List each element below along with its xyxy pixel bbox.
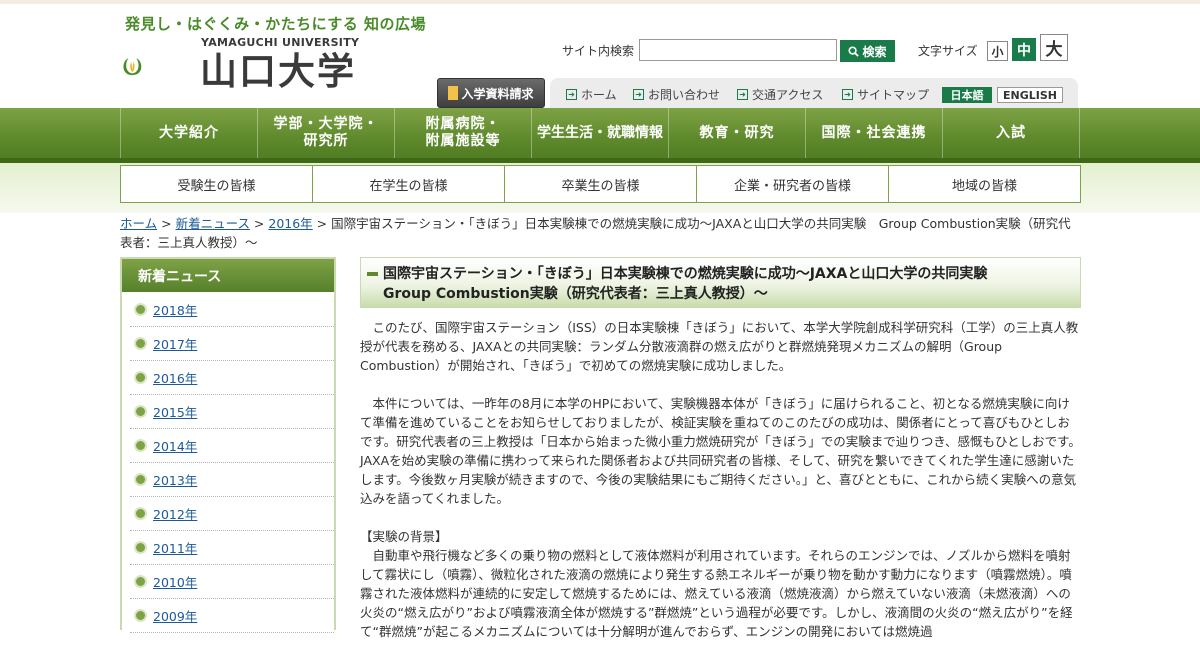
search-label: サイト内検索: [562, 44, 635, 58]
news-sidebar: 新着ニュース 2018年 2017年 2016年 2015年 2014年 201…: [120, 257, 336, 633]
font-size-label: 文字サイズ: [918, 44, 978, 58]
list-item: 2011年: [130, 531, 334, 565]
arrow-right-icon: ➜: [842, 89, 853, 100]
font-size-medium-button[interactable]: 中: [1012, 38, 1036, 61]
site-search-input[interactable]: [639, 39, 837, 61]
list-item: 2015年: [130, 395, 334, 429]
font-size-large-button[interactable]: 大: [1040, 34, 1068, 61]
article-title-line-1: 国際宇宙ステーション・「きぼう」日本実験棟での燃焼実験に成功～JAXAと山口大学…: [383, 266, 988, 282]
site-header: 発見し・はぐくみ・かたちにする 知の広場 YAMAGUCHI UNIVERSIT…: [0, 4, 1200, 110]
document-icon: [448, 86, 459, 100]
gnav-admissions[interactable]: 入試: [942, 108, 1080, 158]
util-link-contact[interactable]: ➜ お問い合わせ: [633, 86, 720, 103]
request-button-label: 入学資料請求: [461, 86, 534, 101]
audience-companies-researchers[interactable]: 企業・研究者の皆様: [697, 166, 889, 202]
audience-applicants[interactable]: 受験生の皆様: [121, 166, 313, 202]
gnav-education-research[interactable]: 教育・研究: [668, 108, 805, 158]
article-section-heading: 【実験の背景】: [360, 529, 448, 544]
util-link-label: お問い合わせ: [648, 88, 721, 102]
sidebar-year-link[interactable]: 2018年: [153, 300, 197, 319]
bullet-icon: [134, 303, 147, 316]
list-item: 2009年: [130, 599, 334, 633]
util-link-label: ホーム: [581, 88, 617, 102]
article-paragraph-comment: 本件については、一昨年の8月に本学のHPにおいて、実験機器本体が「きぼう」に届け…: [360, 396, 1081, 506]
article-title-bar: 国際宇宙ステーション・「きぼう」日本実験棟での燃焼実験に成功～JAXAと山口大学…: [360, 257, 1081, 308]
audience-students[interactable]: 在学生の皆様: [313, 166, 505, 202]
gnav-student-life[interactable]: 学生生活・就職情報: [531, 108, 668, 158]
article-paragraph-background: 自動車や飛行機など多くの乗り物の燃料として液体燃料が利用されています。それらのエ…: [360, 548, 1073, 639]
sidebar-year-list: 2018年 2017年 2016年 2015年 2014年 2013年 2012…: [122, 293, 334, 633]
article-body: このたび、国際宇宙ステーション（ISS）の日本実験棟「きぼう」において、本学大学…: [360, 318, 1082, 660]
sidebar-year-link[interactable]: 2012年: [153, 504, 197, 523]
sidebar-year-link[interactable]: 2017年: [153, 334, 197, 353]
list-item: 2013年: [130, 463, 334, 497]
sidebar-year-link[interactable]: 2015年: [153, 402, 197, 421]
util-link-home[interactable]: ➜ ホーム: [566, 86, 617, 103]
arrow-right-icon: ➜: [633, 89, 644, 100]
bullet-icon: [134, 609, 147, 622]
title-dash-icon: [367, 272, 378, 276]
util-link-access[interactable]: ➜ 交通アクセス: [737, 86, 823, 103]
font-size-small-button[interactable]: 小: [987, 41, 1008, 61]
article-paragraph-intro: このたび、国際宇宙ステーション（ISS）の日本実験棟「きぼう」において、本学大学…: [360, 320, 1079, 373]
list-item: 2017年: [130, 327, 334, 361]
bullet-icon: [134, 507, 147, 520]
gnav-faculties[interactable]: 学部・大学院・ 研究所: [257, 108, 394, 158]
article-title: 国際宇宙ステーション・「きぼう」日本実験棟での燃焼実験に成功～JAXAと山口大学…: [383, 264, 987, 304]
breadcrumb-separator: >: [249, 216, 269, 231]
gnav-about[interactable]: 大学紹介: [120, 108, 257, 158]
bullet-icon: [134, 575, 147, 588]
list-item: 2016年: [130, 361, 334, 395]
article-title-line-2: Group Combustion実験（研究代表者：三上真人教授）～: [383, 286, 768, 302]
arrow-right-icon: ➜: [566, 89, 577, 100]
sidebar-year-link[interactable]: 2010年: [153, 572, 197, 591]
sidebar-title: 新着ニュース: [122, 259, 334, 293]
audience-community[interactable]: 地域の皆様: [889, 166, 1080, 202]
bullet-icon: [134, 405, 147, 418]
language-japanese-button[interactable]: 日本語: [942, 87, 992, 103]
admission-materials-request-button[interactable]: 入学資料請求: [437, 78, 545, 108]
gnav-international[interactable]: 国際・社会連携: [805, 108, 942, 158]
breadcrumb: ホーム > 新着ニュース > 2016年 > 国際宇宙ステーション・「きぼう」日…: [120, 214, 1080, 252]
arrow-right-icon: ➜: [737, 89, 748, 100]
util-link-sitemap[interactable]: ➜ サイトマップ: [842, 86, 929, 103]
bullet-icon: [134, 541, 147, 554]
search-button-label: 検索: [862, 44, 887, 59]
language-english-button[interactable]: ENGLISH: [997, 87, 1063, 103]
logo-japanese-name: 山口大学: [200, 50, 356, 93]
sidebar-year-link[interactable]: 2011年: [153, 538, 197, 557]
sidebar-year-link[interactable]: 2013年: [153, 470, 197, 489]
util-link-label: サイトマップ: [857, 88, 930, 102]
list-item: 2012年: [130, 497, 334, 531]
bullet-icon: [134, 473, 147, 486]
list-item: 2014年: [130, 429, 334, 463]
util-link-label: 交通アクセス: [752, 88, 824, 102]
search-button[interactable]: 検索: [840, 40, 895, 62]
gnav-hospital-facilities[interactable]: 附属病院・ 附属施設等: [394, 108, 531, 158]
sidebar-year-link[interactable]: 2009年: [153, 606, 197, 625]
site-tagline: 発見し・はぐくみ・かたちにする 知の広場: [125, 15, 426, 33]
list-item: 2010年: [130, 565, 334, 599]
breadcrumb-year-link[interactable]: 2016年: [268, 216, 312, 231]
breadcrumb-home-link[interactable]: ホーム: [120, 216, 157, 231]
sidebar-year-link[interactable]: 2016年: [153, 368, 197, 387]
list-item: 2018年: [130, 293, 334, 327]
bullet-icon: [134, 371, 147, 384]
audience-nav: 受験生の皆様 在学生の皆様 卒業生の皆様 企業・研究者の皆様 地域の皆様: [120, 165, 1081, 203]
breadcrumb-separator: >: [312, 216, 332, 231]
university-logo-icon[interactable]: [122, 35, 194, 99]
breadcrumb-separator: >: [157, 216, 176, 231]
audience-alumni[interactable]: 卒業生の皆様: [505, 166, 697, 202]
logo-english-name: YAMAGUCHI UNIVERSITY: [201, 36, 360, 49]
bullet-icon: [134, 337, 147, 350]
breadcrumb-news-link[interactable]: 新着ニュース: [176, 216, 250, 231]
sidebar-year-link[interactable]: 2014年: [153, 436, 197, 455]
search-icon: [848, 45, 860, 57]
bullet-icon: [134, 439, 147, 452]
